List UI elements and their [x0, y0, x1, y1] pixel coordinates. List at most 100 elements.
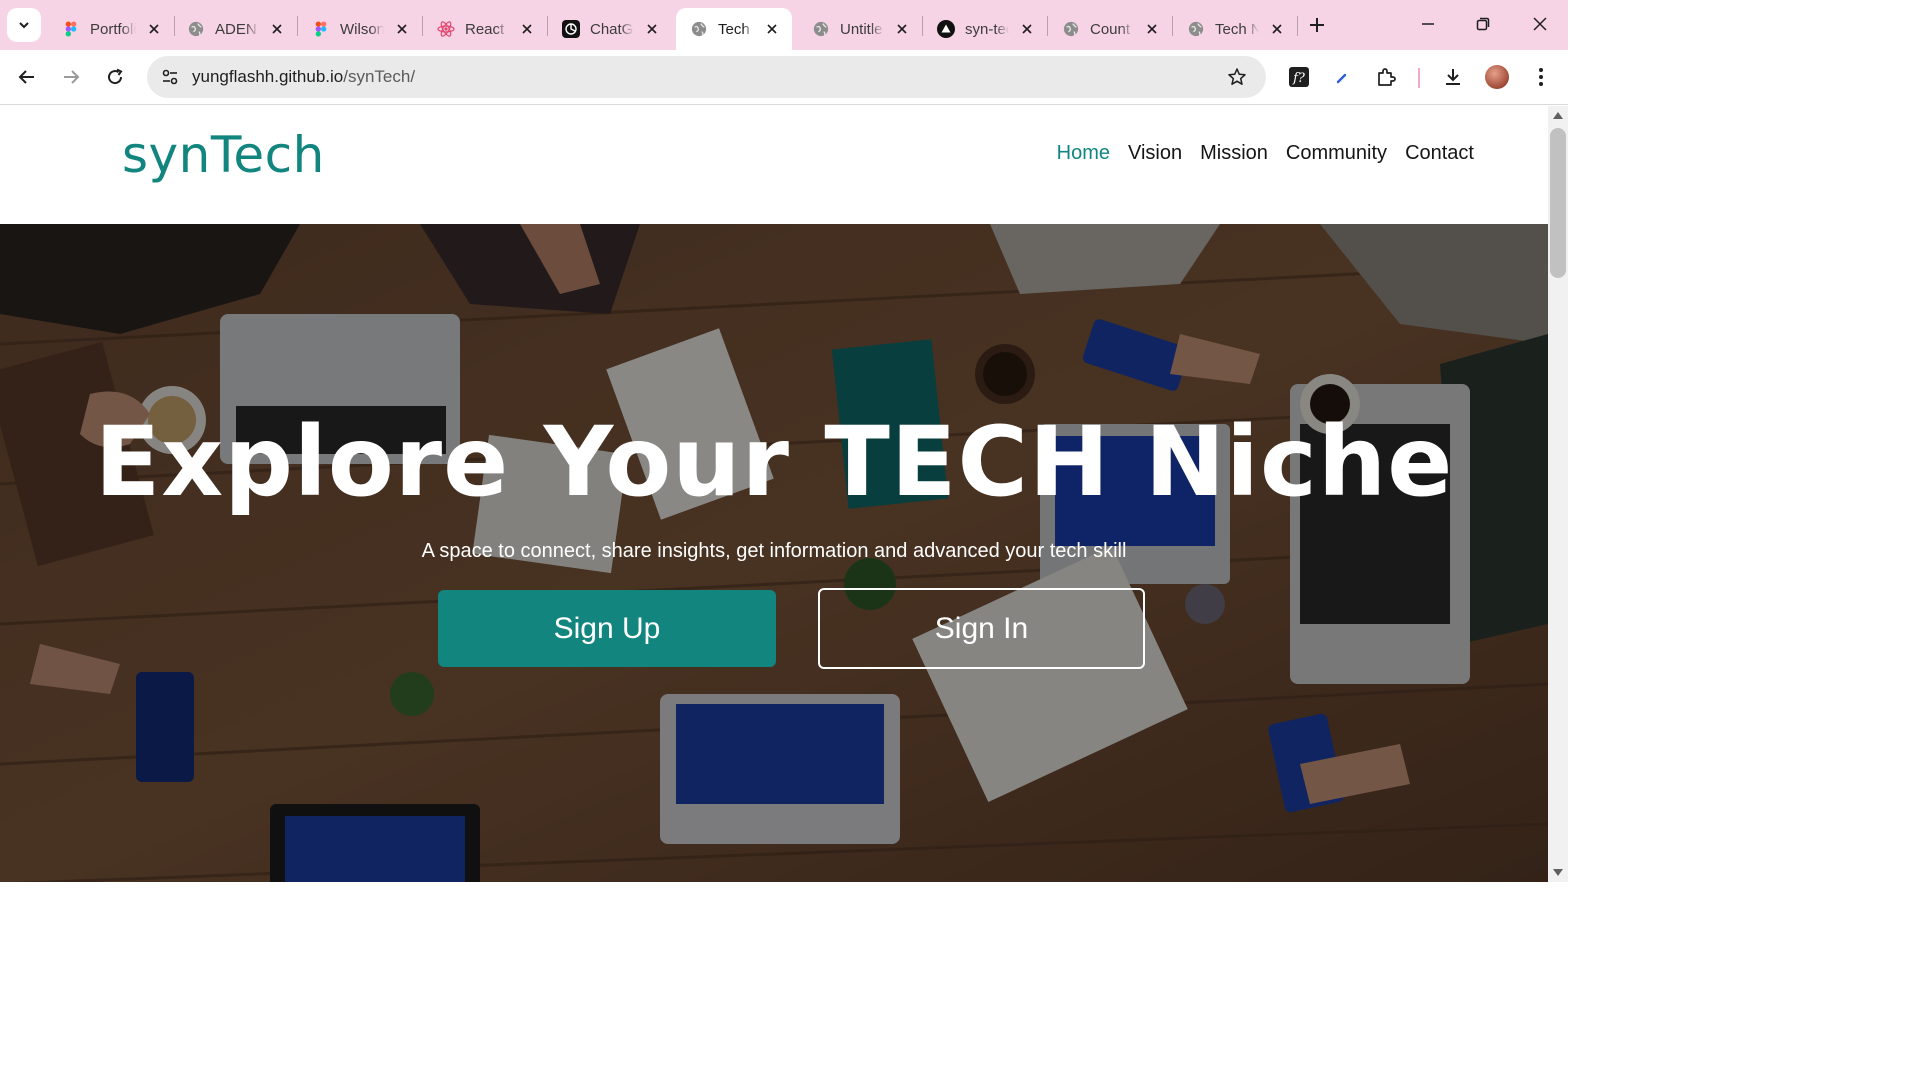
browser-tab[interactable]: syn-tech	[923, 8, 1047, 50]
browser-tab[interactable]: Portfolio	[48, 8, 174, 50]
profile-avatar[interactable]	[1485, 65, 1509, 89]
tab-close-button[interactable]	[517, 19, 537, 39]
tab-title: Tech N	[718, 20, 754, 38]
hero-subline: A space to connect, share insights, get …	[421, 540, 1127, 562]
close-icon	[522, 24, 532, 34]
downloads-button[interactable]	[1438, 62, 1468, 92]
tab-separator	[1297, 16, 1298, 36]
browser-tab[interactable]: ChatGPT	[548, 8, 672, 50]
figma-icon	[62, 20, 80, 38]
tab-search-button[interactable]	[7, 8, 41, 42]
close-icon	[647, 24, 657, 34]
page-scrollbar[interactable]	[1548, 106, 1568, 882]
url-host: yungflashh.github.io	[192, 67, 344, 86]
browser-tab[interactable]: Wilson	[298, 8, 422, 50]
tune-icon	[162, 69, 178, 85]
tab-close-button[interactable]	[1142, 19, 1162, 39]
arrow-right-icon	[64, 70, 80, 84]
hero-section: Explore Your TECH Niche A space to conne…	[0, 224, 1548, 882]
pen-extension-button[interactable]	[1328, 62, 1358, 92]
browser-tab[interactable]: Tech N	[676, 8, 792, 50]
browser-tab[interactable]: Untitled	[798, 8, 922, 50]
tab-title: Wilson	[340, 20, 384, 38]
tab-title: Untitled	[840, 20, 884, 38]
extensions-button[interactable]	[1372, 62, 1402, 92]
font-extension-icon: f?	[1289, 67, 1309, 87]
close-icon	[1147, 24, 1157, 34]
browser-tab[interactable]: React	[423, 8, 547, 50]
scrollbar-thumb[interactable]	[1550, 128, 1566, 278]
browser-toolbar: yungflashh.github.io/synTech/ f?	[0, 50, 1568, 105]
scroll-down-arrow[interactable]	[1553, 869, 1563, 876]
star-icon	[1228, 68, 1246, 85]
browser-tab[interactable]: Tech N	[1173, 8, 1297, 50]
tab-close-button[interactable]	[762, 19, 782, 39]
close-window-button[interactable]	[1520, 8, 1560, 40]
tab-close-button[interactable]	[642, 19, 662, 39]
close-icon	[767, 24, 777, 34]
plus-icon	[1310, 18, 1324, 32]
globe-icon	[1187, 20, 1205, 38]
download-icon	[1446, 69, 1460, 85]
browser-tab[interactable]: Count	[1048, 8, 1172, 50]
tab-close-button[interactable]	[892, 19, 912, 39]
globe-icon	[690, 20, 708, 38]
close-icon	[149, 24, 159, 34]
tab-title: ChatGPT	[590, 20, 634, 38]
reload-icon	[108, 68, 123, 85]
chatgpt-icon	[562, 20, 580, 38]
url-text[interactable]: yungflashh.github.io/synTech/	[192, 67, 415, 87]
tab-close-button[interactable]	[267, 19, 287, 39]
nav-link-community[interactable]: Community	[1286, 142, 1387, 165]
nav-link-contact[interactable]: Contact	[1405, 142, 1474, 165]
browser-tab[interactable]: ADEN	[173, 8, 297, 50]
tab-title: Tech N	[1215, 20, 1259, 38]
restore-icon	[1476, 17, 1490, 31]
back-button[interactable]	[12, 62, 42, 92]
globe-icon	[812, 20, 830, 38]
close-icon	[1022, 24, 1032, 34]
site-info-button[interactable]	[155, 62, 185, 92]
url-path: /synTech/	[343, 67, 416, 86]
tab-close-button[interactable]	[392, 19, 412, 39]
kebab-menu-icon	[1539, 68, 1543, 86]
reload-button[interactable]	[100, 62, 130, 92]
new-tab-button[interactable]	[1304, 12, 1330, 38]
tab-close-button[interactable]	[1267, 19, 1287, 39]
tab-title: ADEN	[215, 20, 257, 38]
forward-button[interactable]	[56, 62, 86, 92]
site-logo[interactable]: synTech	[122, 126, 325, 184]
hero-headline: Explore Your TECH Niche	[94, 406, 1454, 518]
page-viewport: synTech Home Vision Mission Community Contac…	[0, 106, 1548, 882]
sign-up-button[interactable]: Sign Up	[438, 590, 776, 667]
nav-link-mission[interactable]: Mission	[1200, 142, 1268, 165]
minimize-button[interactable]	[1408, 8, 1448, 40]
nav-link-home[interactable]: Home	[1057, 142, 1110, 165]
nav-link-vision[interactable]: Vision	[1128, 142, 1182, 165]
close-icon	[897, 24, 907, 34]
browser-menu-button[interactable]	[1526, 62, 1556, 92]
tab-close-button[interactable]	[144, 19, 164, 39]
chevron-down-icon	[19, 22, 29, 29]
close-icon	[1533, 17, 1547, 31]
tab-close-button[interactable]	[1017, 19, 1037, 39]
address-bar[interactable]: yungflashh.github.io/synTech/	[147, 56, 1266, 98]
scroll-up-arrow[interactable]	[1553, 112, 1563, 119]
bookmark-button[interactable]	[1222, 62, 1252, 92]
globe-icon	[1062, 20, 1080, 38]
main-nav: Home Vision Mission Community Contact	[1057, 142, 1474, 165]
close-icon	[1272, 24, 1282, 34]
sign-in-button[interactable]: Sign In	[818, 588, 1145, 669]
globe-icon	[187, 20, 205, 38]
svg-text:f?: f?	[1292, 71, 1306, 86]
restore-button[interactable]	[1463, 8, 1503, 40]
puzzle-icon	[1378, 68, 1396, 86]
fontface-extension-button[interactable]: f?	[1284, 62, 1314, 92]
tab-title: Count	[1090, 20, 1131, 38]
minimize-icon	[1422, 23, 1434, 25]
pen-icon	[1336, 73, 1347, 84]
tab-strip: Portfolio ADEN Wilson React ChatGPT Tech N Unt…	[0, 0, 1568, 50]
tab-title: syn-tech	[965, 20, 1009, 38]
site-header: synTech Home Vision Mission Community Contac…	[0, 106, 1548, 224]
react-icon	[437, 20, 455, 38]
